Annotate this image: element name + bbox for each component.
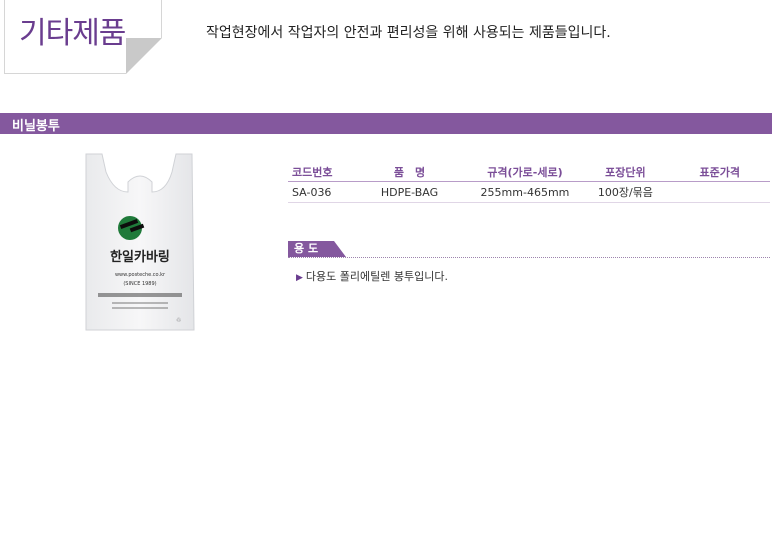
- bag-url-text: www.posteche.co.kr: [115, 272, 166, 278]
- section-title: 비닐봉투: [12, 119, 60, 134]
- cell-size: 255mm-465mm: [468, 181, 582, 203]
- header-code: 코드번호: [288, 162, 351, 182]
- page-title: 기타제품: [19, 16, 126, 51]
- bag-since-text: (SINCE 1989): [123, 281, 156, 287]
- spec-header-row: 코드번호 품 명 규격(가로-세로) 포장단위 표준가격: [288, 162, 770, 182]
- usage-item-text: 다용도 폴리에틸렌 봉투입니다.: [305, 270, 448, 283]
- section-bar: 비닐봉투: [0, 113, 772, 134]
- table-row: SA-036 HDPE-BAG 255mm-465mm 100장/묶음: [288, 181, 770, 203]
- bag-print-line: [112, 307, 168, 309]
- bag-print-band: [98, 293, 182, 297]
- usage-label: 용 도: [288, 241, 334, 257]
- cell-packing: 100장/묶음: [581, 181, 670, 203]
- product-image: 한일카바링 www.posteche.co.kr (SINCE 1989) ♲: [84, 152, 196, 332]
- bag-print-line: [112, 302, 168, 304]
- usage-divider: [288, 257, 770, 258]
- cell-name: HDPE-BAG: [350, 181, 469, 203]
- header-name: 품 명: [350, 162, 469, 182]
- intro-text: 작업현장에서 작업자의 안전과 편리성을 위해 사용되는 제품들입니다.: [206, 25, 611, 41]
- bag-brand-text: 한일카바링: [110, 249, 170, 265]
- cell-price: [669, 181, 770, 203]
- header-price: 표준가격: [669, 162, 770, 182]
- header-size: 규격(가로-세로): [468, 162, 582, 182]
- usage-header: 용 도: [288, 241, 770, 259]
- triangle-bullet-icon: ▶: [296, 273, 303, 283]
- usage-item: ▶ 다용도 폴리에틸렌 봉투입니다.: [296, 268, 448, 284]
- page-title-card: 기타제품: [4, 0, 162, 74]
- spec-table: 코드번호 품 명 규격(가로-세로) 포장단위 표준가격 SA-036 HDPE…: [288, 162, 770, 203]
- folded-corner: [126, 38, 162, 74]
- header-packing: 포장단위: [581, 162, 670, 182]
- usage-tab-tail: [334, 241, 346, 257]
- cell-code: SA-036: [288, 181, 351, 203]
- recycle-mark-icon: ♲: [176, 317, 181, 324]
- plastic-bag-image: 한일카바링 www.posteche.co.kr (SINCE 1989) ♲: [85, 153, 195, 331]
